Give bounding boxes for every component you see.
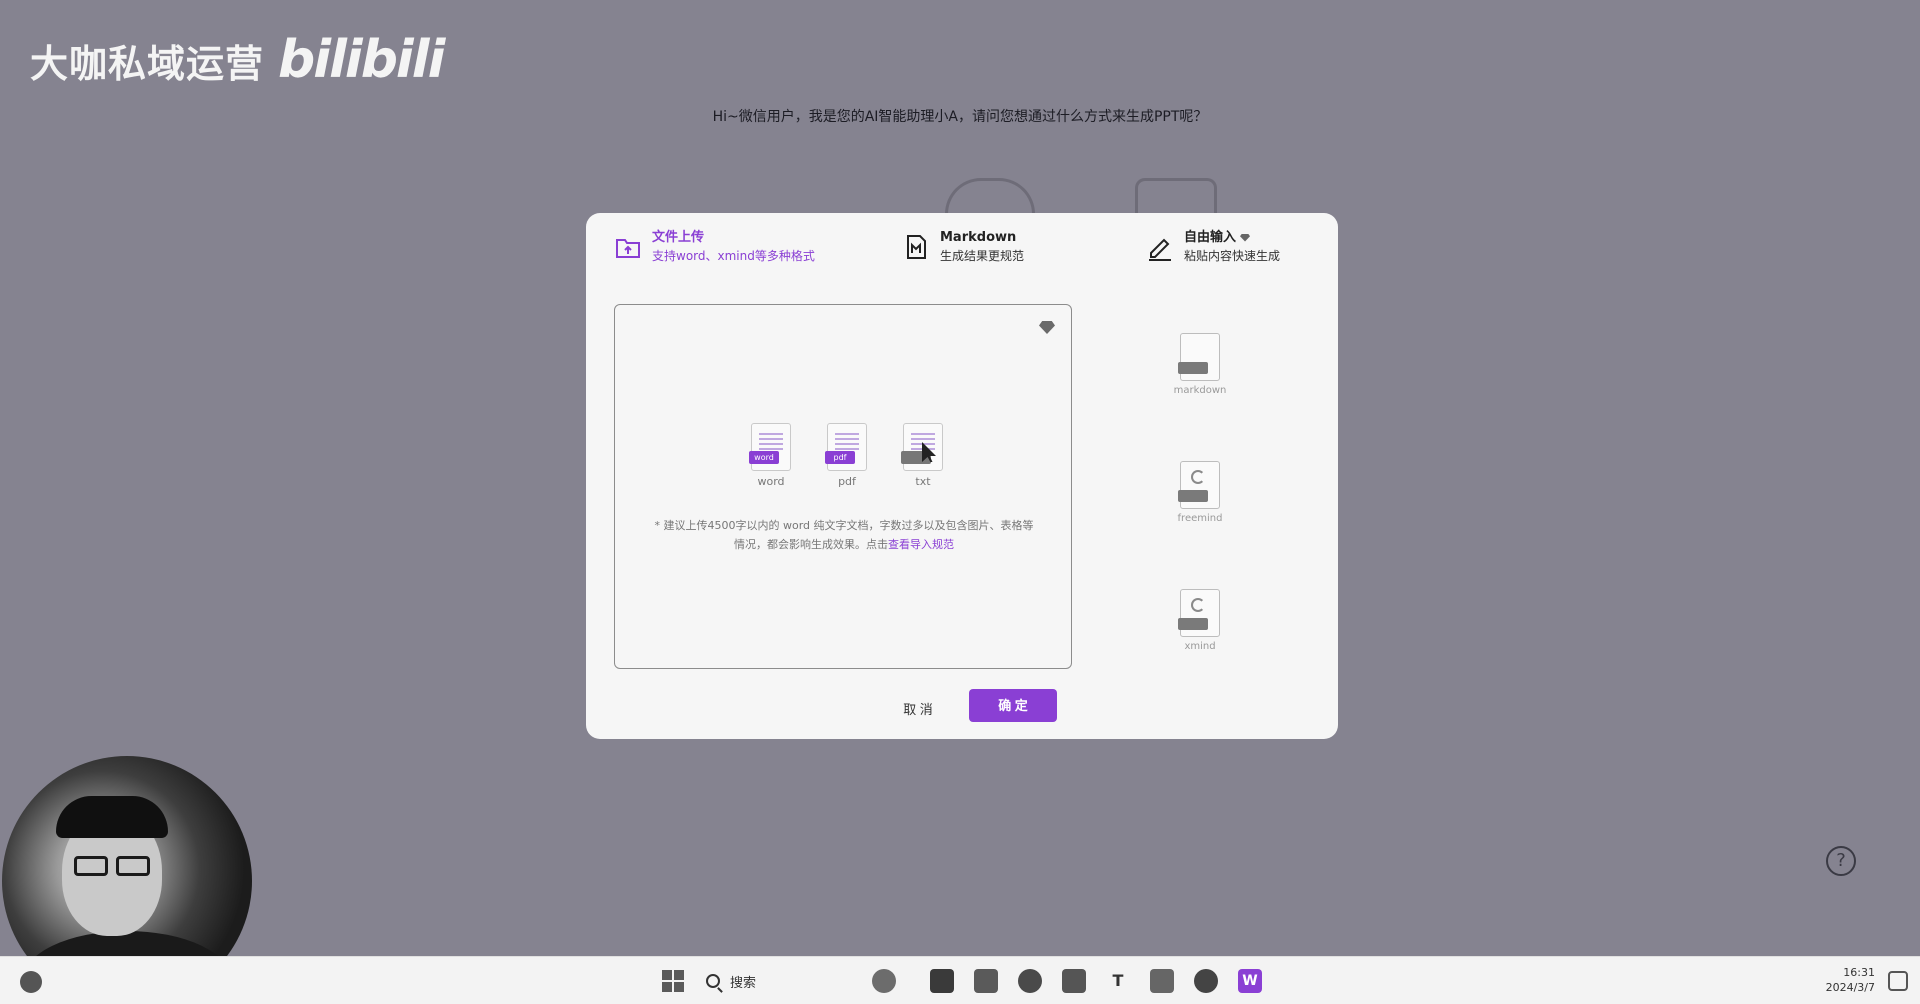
folder-upload-icon bbox=[614, 233, 642, 261]
start-menu-icon[interactable] bbox=[661, 969, 685, 993]
watermark-text: 大咖私域运营 bbox=[30, 41, 265, 86]
assistant-greeting: Hi~微信用户，我是您的AI智能助理小A，请问您想通过什么方式来生成PPT呢？ bbox=[712, 109, 1208, 125]
hint-line-1: * 建议上传4500字以内的 word 纯文字文档，字数过多以及包含图片、表格等 bbox=[654, 519, 1034, 532]
premium-gem-icon bbox=[1039, 321, 1055, 334]
pencil-icon bbox=[1146, 233, 1174, 261]
file-drop-zone[interactable]: word word pdf pdf txt * 建议上传4500字以内的 wor… bbox=[614, 304, 1072, 669]
tab-subtitle: 支持word、xmind等多种格式 bbox=[652, 249, 815, 263]
tab-free-input[interactable]: 自由输入 粘贴内容快速生成 bbox=[1146, 229, 1280, 265]
system-clock[interactable]: 16:31 2024/3/7 bbox=[1805, 965, 1875, 995]
pdf-file-icon: pdf pdf bbox=[825, 423, 869, 488]
tab-subtitle: 生成结果更规范 bbox=[940, 249, 1025, 263]
premium-gem-icon bbox=[1240, 233, 1251, 242]
confirm-button[interactable]: 确 定 bbox=[969, 689, 1057, 722]
txt-file-icon: txt bbox=[901, 423, 945, 488]
notification-icon[interactable] bbox=[1888, 971, 1908, 991]
windows-taskbar: 搜索 T W 16:31 2024/3/7 bbox=[0, 956, 1920, 1004]
taskbar-search[interactable]: 搜索 bbox=[706, 969, 756, 993]
format-label: markdown bbox=[1173, 385, 1227, 396]
help-button[interactable]: ? bbox=[1826, 846, 1856, 876]
tab-title: 文件上传 bbox=[652, 230, 705, 245]
background-robot-shape bbox=[945, 178, 1035, 214]
tab-file-upload[interactable]: 文件上传 支持word、xmind等多种格式 bbox=[614, 229, 815, 265]
format-label: xmind bbox=[1184, 641, 1216, 652]
xmind-format-option[interactable]: xmind bbox=[1170, 589, 1230, 652]
tab-title-text: 自由输入 bbox=[1184, 230, 1237, 245]
wps-icon[interactable]: W bbox=[1238, 969, 1262, 993]
tab-title: Markdown bbox=[940, 230, 1017, 245]
store-icon[interactable] bbox=[1062, 969, 1086, 993]
copilot-icon[interactable] bbox=[872, 969, 896, 993]
import-modal: 文件上传 支持word、xmind等多种格式 Markdown 生成结果更规范 … bbox=[586, 213, 1338, 739]
markdown-file-icon bbox=[1178, 333, 1220, 381]
bilibili-logo: bilibili bbox=[278, 30, 445, 90]
markdown-format-option[interactable]: markdown bbox=[1170, 333, 1230, 396]
file-type-label: txt bbox=[915, 475, 931, 488]
explorer-icon[interactable] bbox=[974, 969, 998, 993]
xmind-file-icon bbox=[1178, 589, 1220, 637]
import-guidelines-link[interactable]: 查看导入规范 bbox=[888, 538, 954, 551]
freemind-format-option[interactable]: freemind bbox=[1170, 461, 1230, 524]
tab-subtitle: 粘贴内容快速生成 bbox=[1184, 249, 1281, 263]
freemind-file-icon bbox=[1178, 461, 1220, 509]
terminal-icon[interactable] bbox=[930, 969, 954, 993]
tab-title: 自由输入 bbox=[1184, 229, 1280, 247]
supported-file-types: word word pdf pdf txt bbox=[749, 423, 945, 488]
typora-icon[interactable]: T bbox=[1106, 969, 1130, 993]
search-label: 搜索 bbox=[730, 975, 757, 991]
app-icon[interactable] bbox=[1194, 969, 1218, 993]
widgets-icon[interactable] bbox=[20, 971, 42, 993]
search-icon bbox=[706, 974, 720, 988]
markdown-icon bbox=[902, 233, 930, 261]
notepad-icon[interactable] bbox=[1150, 969, 1174, 993]
background-bag-shape bbox=[1135, 178, 1217, 214]
file-type-label: word bbox=[757, 475, 785, 488]
mouse-cursor-icon bbox=[922, 442, 936, 462]
format-label: freemind bbox=[1177, 513, 1223, 524]
clock-date: 2024/3/7 bbox=[1825, 981, 1875, 994]
file-type-label: pdf bbox=[838, 475, 856, 488]
word-file-icon: word word bbox=[749, 423, 793, 488]
hint-line-2: 情况，都会影响生成效果。点击 bbox=[734, 538, 888, 551]
clock-time: 16:31 bbox=[1843, 966, 1875, 979]
edge-icon[interactable] bbox=[1018, 969, 1042, 993]
tab-markdown[interactable]: Markdown 生成结果更规范 bbox=[902, 229, 1024, 265]
upload-hint: * 建议上传4500字以内的 word 纯文字文档，字数过多以及包含图片、表格等… bbox=[635, 516, 1053, 554]
bilibili-watermark: 大咖私域运营 bilibili bbox=[30, 30, 445, 90]
cancel-button[interactable]: 取 消 bbox=[890, 696, 946, 724]
